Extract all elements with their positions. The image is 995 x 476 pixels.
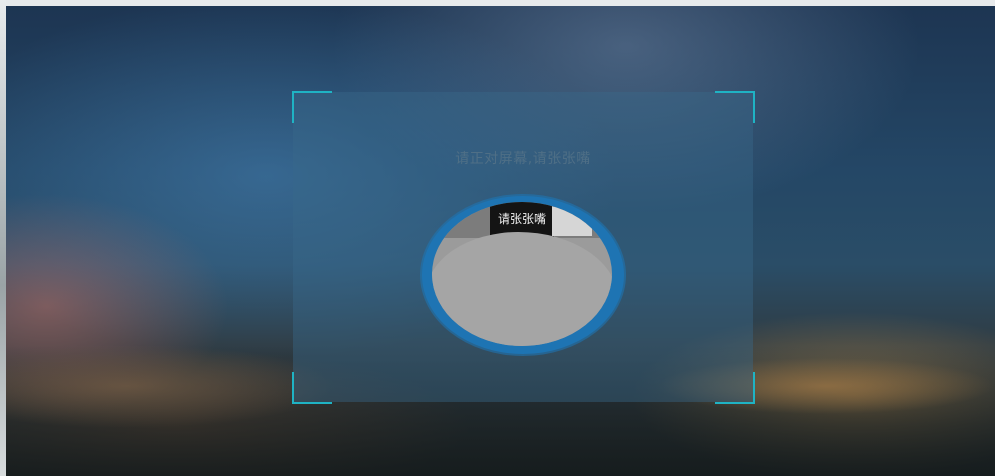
camera-face-area xyxy=(432,232,612,346)
frame-corner-top-left xyxy=(292,91,332,123)
camera-prompt: 请张张嘴 xyxy=(497,212,546,226)
frame-corner-top-right xyxy=(715,91,755,123)
frame-corner-bottom-right xyxy=(715,372,755,404)
instruction-text: 请正对屏幕,请张张嘴 xyxy=(455,151,591,167)
frame-corner-bottom-left xyxy=(292,372,332,404)
